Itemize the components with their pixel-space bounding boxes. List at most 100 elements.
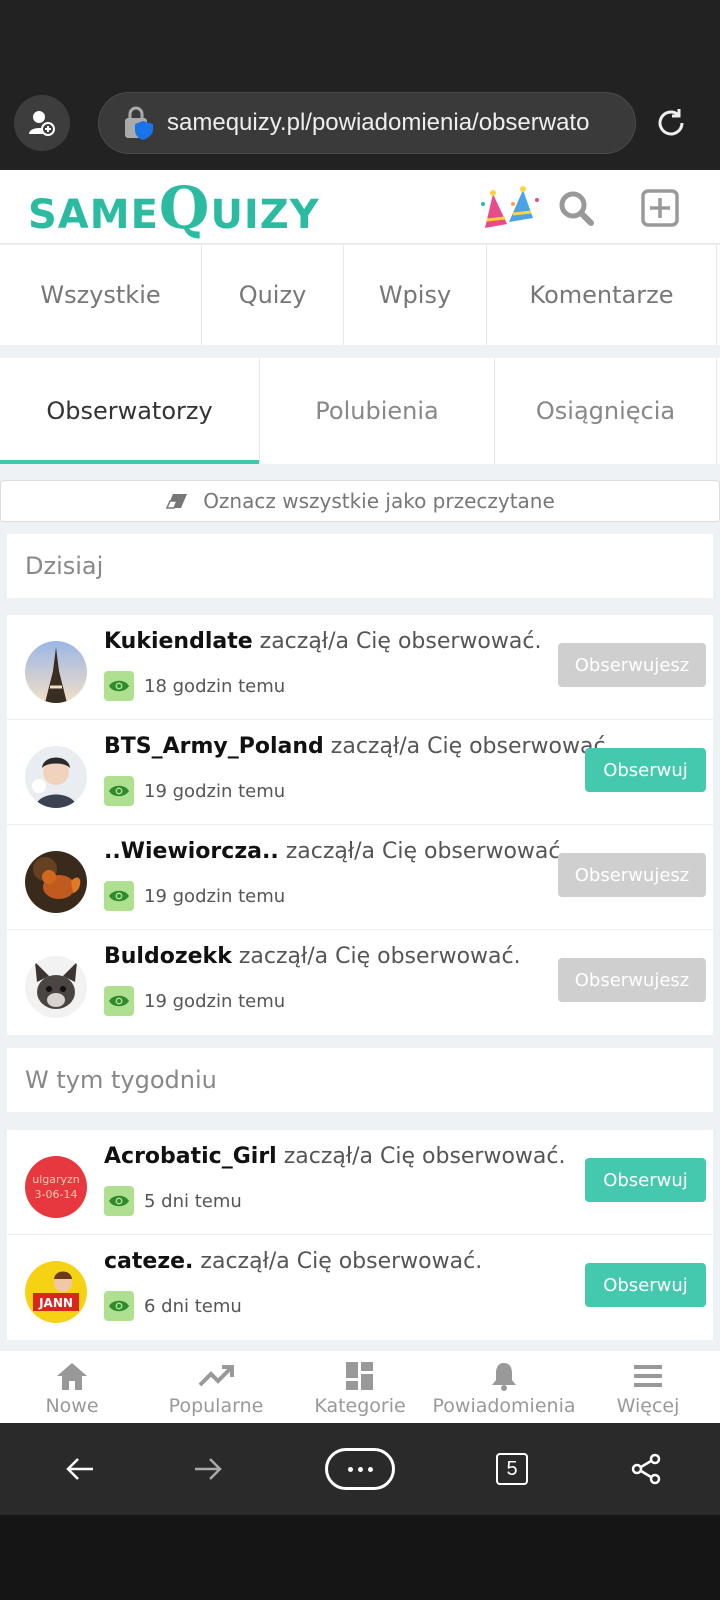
username-link[interactable]: ..Wiewiorcza.. (104, 839, 279, 864)
browser-bottom-toolbar: 5 (0, 1423, 720, 1515)
username-link[interactable]: BTS_Army_Poland (104, 734, 324, 759)
eye-icon[interactable] (104, 881, 134, 911)
tabs-button[interactable]: 5 (494, 1445, 530, 1493)
address-bar[interactable]: samequizy.pl/powiadomienia/obserwato (98, 92, 636, 154)
tab-osiagniecia[interactable]: Osiągnięcia (495, 358, 717, 464)
search-icon[interactable] (552, 184, 600, 232)
notification-text: ..Wiewiorcza.. zaczął/a Cię obserwować. (104, 839, 568, 864)
browser-toolbar: samequizy.pl/powiadomienia/obserwato (0, 88, 720, 170)
notification-text: Buldozekk zaczął/a Cię obserwować. (104, 944, 521, 969)
following-button[interactable]: Obserwujesz (558, 853, 706, 897)
bottom-navigation: Nowe Popularne Kategorie Powiadomienia W… (0, 1351, 720, 1423)
eye-icon[interactable] (104, 986, 134, 1016)
eraser-icon (166, 494, 188, 509)
add-content-icon[interactable] (636, 184, 684, 232)
notification-time: 5 dni temu (144, 1190, 242, 1212)
share-icon (631, 1453, 661, 1485)
nav-powiadomienia[interactable]: Powiadomienia (432, 1351, 576, 1423)
notification-type-tabs: Obserwatorzy Polubienia Osiągnięcia (0, 358, 720, 464)
site-header: SAMEQUIZY (0, 170, 720, 244)
time-row: 19 godzin temu (104, 776, 285, 806)
username-link[interactable]: cateze. (104, 1249, 193, 1274)
dashboard-icon (346, 1362, 373, 1390)
notification-time: 6 dni temu (144, 1295, 242, 1317)
eye-icon[interactable] (104, 776, 134, 806)
eye-icon[interactable] (104, 671, 134, 701)
time-row: 18 godzin temu (104, 671, 285, 701)
reload-icon (658, 109, 684, 136)
notification-time: 19 godzin temu (144, 885, 286, 907)
svg-text:3-06-14: 3-06-14 (35, 1188, 78, 1201)
following-button[interactable]: Obserwujesz (558, 958, 706, 1002)
eye-icon[interactable] (104, 1291, 134, 1321)
notification-text: cateze. zaczął/a Cię obserwować. (104, 1249, 483, 1274)
tabs-count: 5 (496, 1453, 528, 1485)
arrow-left-icon (66, 1458, 93, 1480)
url-text: samequizy.pl/powiadomienia/obserwato (167, 109, 590, 136)
following-button[interactable]: Obserwujesz (558, 643, 706, 687)
notification-item: Buldozekk zaczął/a Cię obserwować. 19 go… (7, 930, 713, 1035)
time-row: 6 dni temu (104, 1291, 242, 1321)
nav-wiecej[interactable]: Więcej (576, 1351, 720, 1423)
avatar[interactable]: ulgaryzn 3-06-14 (25, 1156, 87, 1218)
party-hats-icon[interactable] (478, 184, 544, 232)
tab-obserwatorzy[interactable]: Obserwatorzy (0, 358, 260, 464)
browser-menu-button[interactable] (324, 1445, 396, 1493)
username-link[interactable]: Acrobatic_Girl (104, 1144, 277, 1169)
forward-button[interactable] (184, 1445, 232, 1493)
notification-time: 19 godzin temu (144, 990, 286, 1012)
section-title-today: Dzisiaj (7, 534, 713, 598)
user-add-icon (29, 111, 55, 136)
share-button[interactable] (622, 1445, 670, 1493)
eye-icon[interactable] (104, 1186, 134, 1216)
tab-komentarze[interactable]: Komentarze (487, 245, 717, 345)
follow-button[interactable]: Obserwuj (585, 1263, 706, 1307)
username-link[interactable]: Buldozekk (104, 944, 232, 969)
tab-wszystkie[interactable]: Wszystkie (0, 245, 202, 345)
avatar[interactable] (25, 641, 87, 703)
time-row: 19 godzin temu (104, 881, 285, 911)
notification-list-week: ulgaryzn 3-06-14 Acrobatic_Girl zaczął/a… (7, 1130, 713, 1340)
username-link[interactable]: Kukiendlate (104, 629, 253, 654)
back-button[interactable] (56, 1445, 104, 1493)
notification-list-today: Kukiendlate zaczął/a Cię obserwować. 18 … (7, 615, 713, 1035)
nav-nowe[interactable]: Nowe (0, 1351, 144, 1423)
system-navigation-bar (0, 1515, 720, 1600)
trending-icon (198, 1365, 234, 1387)
arrow-right-icon (195, 1458, 222, 1480)
avatar[interactable] (25, 956, 87, 1018)
notification-text: Kukiendlate zaczął/a Cię obserwować. (104, 629, 542, 654)
notification-text: Acrobatic_Girl zaczął/a Cię obserwować. (104, 1144, 566, 1169)
svg-text:JANN: JANN (38, 1296, 73, 1310)
time-row: 5 dni temu (104, 1186, 242, 1216)
tab-wpisy[interactable]: Wpisy (344, 245, 487, 345)
avatar[interactable] (25, 851, 87, 913)
notification-item: ..Wiewiorcza.. zaczął/a Cię obserwować. … (7, 825, 713, 930)
notification-item: BTS_Army_Poland zaczął/a Cię obserwować.… (7, 720, 713, 825)
svg-text:ulgaryzn: ulgaryzn (32, 1173, 80, 1186)
reload-button[interactable] (650, 102, 692, 144)
notification-time: 19 godzin temu (144, 780, 286, 802)
bell-icon (492, 1363, 516, 1391)
lock-shield-icon (125, 106, 153, 140)
tab-quizy[interactable]: Quizy (202, 245, 344, 345)
follow-button[interactable]: Obserwuj (585, 1158, 706, 1202)
menu-icon (634, 1365, 662, 1387)
section-title-week: W tym tygodniu (7, 1048, 713, 1112)
home-icon (57, 1363, 87, 1390)
samequizy-logo[interactable]: SAMEQUIZY (28, 174, 320, 242)
avatar[interactable] (25, 746, 87, 808)
profile-add-button[interactable] (14, 95, 70, 151)
mark-all-read-button[interactable]: Oznacz wszystkie jako przeczytane (0, 480, 720, 522)
notification-text: BTS_Army_Poland zaczął/a Cię obserwować. (104, 734, 613, 759)
time-row: 19 godzin temu (104, 986, 285, 1016)
status-bar (0, 0, 720, 88)
more-dots-icon (325, 1448, 395, 1490)
notification-item: ulgaryzn 3-06-14 Acrobatic_Girl zaczął/a… (7, 1130, 713, 1235)
nav-kategorie[interactable]: Kategorie (288, 1351, 432, 1423)
tab-polubienia[interactable]: Polubienia (260, 358, 495, 464)
notification-time: 18 godzin temu (144, 675, 286, 697)
follow-button[interactable]: Obserwuj (585, 748, 706, 792)
nav-popularne[interactable]: Popularne (144, 1351, 288, 1423)
avatar[interactable]: JANN (25, 1261, 87, 1323)
